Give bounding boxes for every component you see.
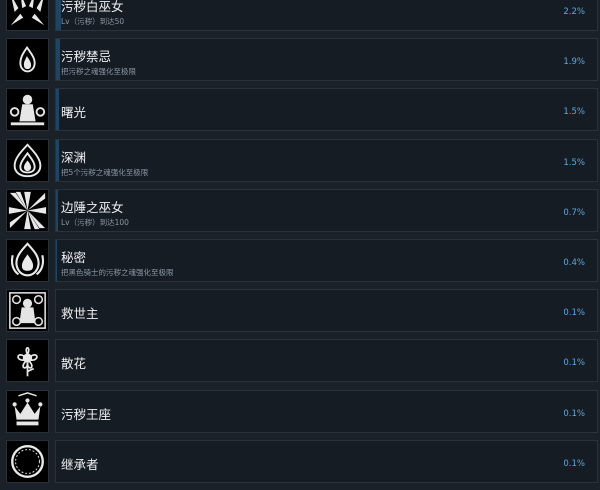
unlock-percentage: 0.1% [563, 408, 585, 419]
progress-bar [56, 89, 59, 131]
unlock-percentage: 1.5% [563, 107, 585, 118]
unlock-percentage: 1.9% [563, 57, 585, 68]
flower-icon [6, 339, 49, 383]
achievement-description: Lv（污秽）到达100 [61, 217, 129, 227]
achievement-card: 污秽白巫女 Lv（污秽）到达50 2.2% [55, 0, 598, 31]
achievement-row[interactable]: 边陲之巫女 Lv（污秽）到达100 0.7% [0, 188, 600, 239]
achievement-row[interactable]: 秘密 把黑色骑士的污秽之魂强化至极限 0.4% [0, 238, 600, 289]
burst-icon [6, 188, 49, 232]
dawn-girl-icon [6, 88, 49, 132]
progress-bar [56, 39, 60, 81]
achievement-row[interactable]: 散花 0.1% [0, 339, 600, 389]
unlock-percentage: 2.2% [563, 7, 585, 17]
achievement-row[interactable]: 救世主 0.1% [0, 289, 600, 339]
achievement-description: 把黑色骑士的污秽之魂强化至极限 [61, 267, 174, 277]
achievement-card: 秘密 把黑色骑士的污秽之魂强化至极限 0.4% [55, 238, 598, 282]
dark-flame-icon [6, 238, 49, 282]
achievement-card: 边陲之巫女 Lv（污秽）到达100 0.7% [55, 188, 598, 232]
achievement-card: 污秽王座 0.1% [55, 389, 598, 433]
achievement-row[interactable]: 污秽禁忌 把污秽之魂强化至极限 1.9% [0, 38, 600, 88]
achievement-title: 污秽白巫女 [61, 0, 124, 14]
achievement-row[interactable]: 继承者 0.1% [0, 439, 600, 490]
abyss-flame-icon [6, 138, 49, 182]
achievement-title: 曙光 [61, 105, 87, 121]
savior-icon [6, 289, 49, 333]
achievement-title: 秘密 [61, 249, 87, 265]
achievement-description: 把5个污秽之魂强化至极限 [61, 167, 149, 177]
progress-bar [56, 189, 58, 231]
achievement-card: 污秽禁忌 把污秽之魂强化至极限 1.9% [55, 38, 598, 82]
achievement-title: 污秽禁忌 [61, 49, 112, 65]
achievement-title: 污秽王座 [61, 406, 112, 422]
achievement-row[interactable]: 深渊 把5个污秽之魂强化至极限 1.5% [0, 138, 600, 189]
achievement-card: 深渊 把5个污秽之魂强化至极限 1.5% [55, 138, 598, 182]
progress-bar [56, 239, 57, 281]
unlock-percentage: 0.1% [563, 358, 585, 369]
achievement-title: 救世主 [61, 306, 99, 322]
achievement-card: 散花 0.1% [55, 339, 598, 383]
achievement-title: 散花 [61, 356, 87, 372]
achievement-description: 把污秽之魂强化至极限 [61, 67, 136, 77]
unlock-percentage: 0.4% [563, 257, 585, 268]
achievement-row[interactable]: 污秽白巫女 Lv（污秽）到达50 2.2% [0, 0, 600, 38]
achievement-description: Lv（污秽）到达50 [61, 17, 125, 26]
achievement-row[interactable]: 曙光 1.5% [0, 88, 600, 138]
throne-crown-icon [6, 389, 49, 433]
unlock-percentage: 1.5% [563, 157, 585, 168]
achievement-card: 救世主 0.1% [55, 289, 598, 333]
achievement-title: 继承者 [61, 456, 99, 472]
achievement-title: 深渊 [61, 149, 87, 165]
achievement-card: 曙光 1.5% [55, 88, 598, 132]
achievement-row[interactable]: 污秽王座 0.1% [0, 389, 600, 440]
progress-bar [56, 139, 59, 181]
soul-flame-icon [6, 38, 49, 82]
unlock-percentage: 0.7% [563, 207, 585, 218]
achievement-card: 继承者 0.1% [55, 439, 598, 483]
unlock-percentage: 0.1% [563, 458, 585, 469]
unlock-percentage: 0.1% [563, 308, 585, 319]
ring-icon [6, 439, 49, 483]
white-witch-icon [6, 0, 49, 31]
achievement-title: 边陲之巫女 [61, 199, 124, 215]
achievement-list: 污秽白巫女 Lv（污秽）到达50 2.2% 污秽禁忌 把污秽之魂强化至极限 1.… [0, 0, 600, 490]
